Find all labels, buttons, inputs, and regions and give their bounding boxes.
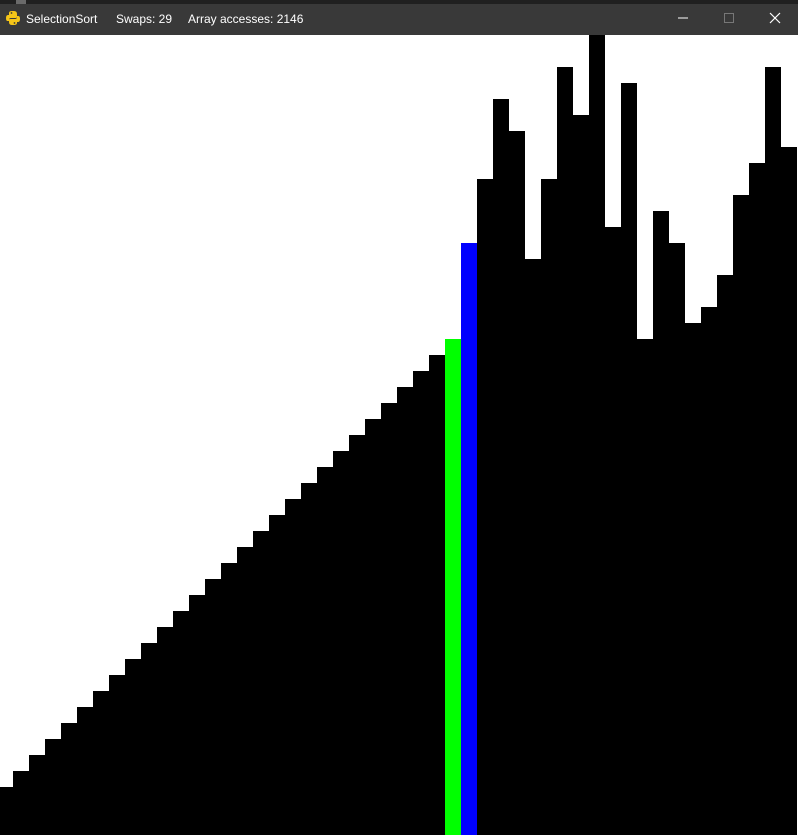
array-bar (157, 627, 173, 835)
array-bar (141, 643, 157, 835)
array-bar (429, 355, 445, 835)
array-bar (333, 451, 349, 835)
array-bar (541, 179, 557, 835)
array-bar-current (461, 243, 477, 835)
array-bar (717, 275, 733, 835)
array-bar (29, 755, 45, 835)
array-bar (269, 515, 285, 835)
array-bar (93, 691, 109, 835)
array-bar (749, 163, 765, 835)
array-bar (781, 147, 797, 835)
swaps-counter: Swaps: 29 (116, 12, 173, 26)
array-bar (589, 35, 605, 835)
array-bar (653, 211, 669, 835)
array-bar (765, 67, 781, 835)
maximize-icon (723, 12, 735, 27)
array-bar (557, 67, 573, 835)
array-bar (221, 563, 237, 835)
array-bar (317, 467, 333, 835)
array-bar (61, 723, 77, 835)
sort-visualization-canvas (0, 35, 798, 835)
array-bar (573, 115, 589, 835)
array-bar-compare (445, 339, 461, 835)
close-icon (769, 12, 781, 27)
array-bar (685, 323, 701, 835)
array-bar (189, 595, 205, 835)
array-bar (0, 787, 13, 835)
array-bar (509, 131, 525, 835)
python-snake-icon (6, 11, 20, 25)
title-bar[interactable]: SelectionSort Swaps: 29 Array accesses: … (0, 0, 798, 35)
maximize-button[interactable] (706, 4, 752, 35)
array-bar (125, 659, 141, 835)
array-bar (45, 739, 61, 835)
array-bar (669, 243, 685, 835)
array-bar (349, 435, 365, 835)
array-bar (701, 307, 717, 835)
array-bar (525, 259, 541, 835)
array-bar (109, 675, 125, 835)
array-bar (77, 707, 93, 835)
minimize-icon (677, 12, 689, 27)
array-accesses-counter: Array accesses: 2146 (188, 12, 304, 26)
array-bar (381, 403, 397, 835)
array-bar (605, 227, 621, 835)
array-bar (413, 371, 429, 835)
close-button[interactable] (752, 4, 798, 35)
array-bar (301, 483, 317, 835)
array-bar (237, 547, 253, 835)
array-bar (637, 339, 653, 835)
tab-hint (16, 0, 26, 4)
array-bar (733, 195, 749, 835)
array-bar (13, 771, 29, 835)
array-bar (173, 611, 189, 835)
array-bar (253, 531, 269, 835)
array-bar (365, 419, 381, 835)
array-bar (285, 499, 301, 835)
window-title: SelectionSort (26, 12, 98, 26)
minimize-button[interactable] (660, 4, 706, 35)
array-bar (205, 579, 221, 835)
array-bar (493, 99, 509, 835)
pygame-window: SelectionSort Swaps: 29 Array accesses: … (0, 0, 798, 835)
array-bar (477, 179, 493, 835)
array-bar (621, 83, 637, 835)
array-bar (397, 387, 413, 835)
